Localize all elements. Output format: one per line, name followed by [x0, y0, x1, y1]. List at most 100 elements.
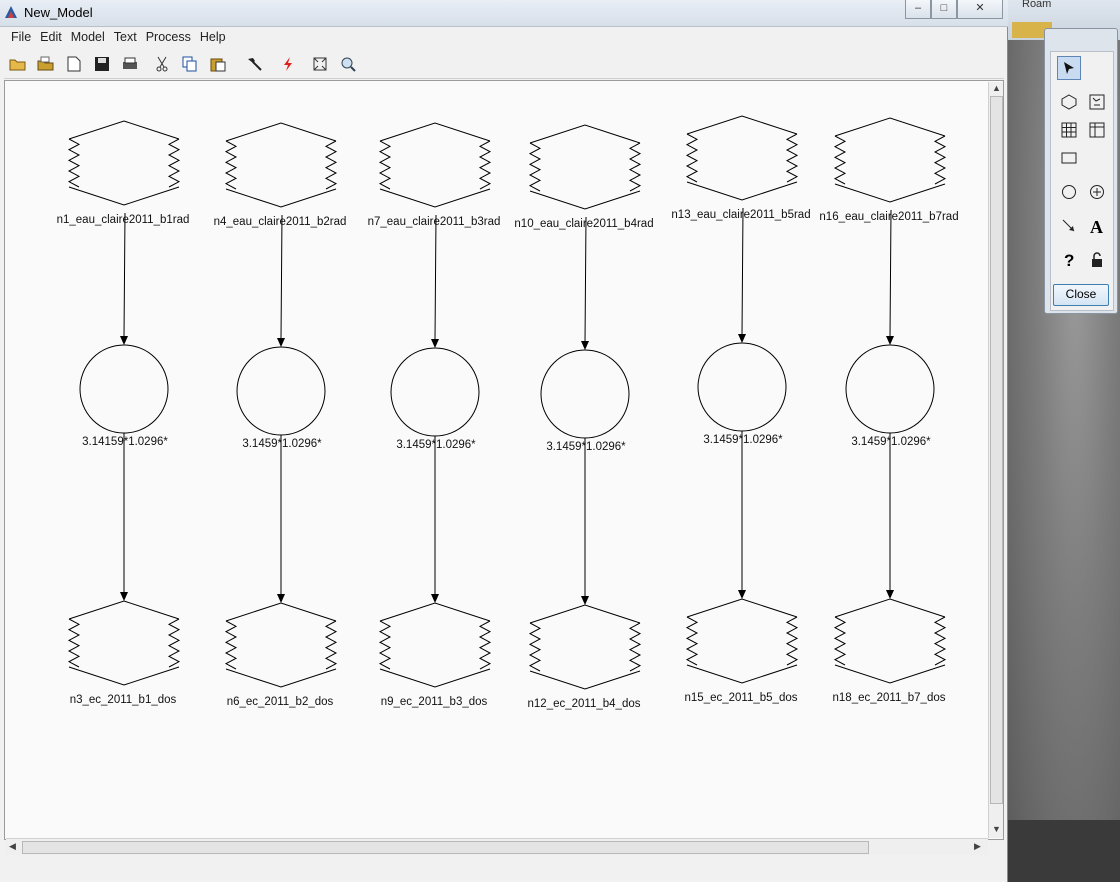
output-raster-label[interactable]: n18_ec_2011_b7_dos [833, 692, 946, 704]
scroll-left-icon[interactable]: ◀ [9, 841, 16, 852]
text-icon[interactable]: A [1085, 214, 1109, 238]
output-raster-node[interactable] [528, 604, 642, 690]
output-raster-label[interactable]: n15_ec_2011_b5_dos [685, 692, 798, 704]
output-raster-node[interactable] [378, 602, 492, 688]
maximize-button[interactable]: □ [931, 0, 957, 19]
open-folder-icon[interactable] [36, 54, 56, 74]
menu-bar: File Edit Model Text Process Help [4, 28, 1004, 48]
function-label[interactable]: 3.1459*1.0296* [851, 436, 930, 448]
lock-icon[interactable] [1085, 248, 1109, 272]
matrix-icon[interactable] [1057, 118, 1081, 142]
vector-icon[interactable] [1085, 90, 1109, 114]
open-icon[interactable] [8, 54, 28, 74]
table-icon[interactable] [1085, 118, 1109, 142]
horizontal-scroll-thumb[interactable] [22, 841, 869, 854]
hammer-icon[interactable] [244, 54, 264, 74]
connector-arrow[interactable] [431, 436, 439, 603]
tool-palette: A ? Close [1044, 28, 1118, 314]
function-label[interactable]: 3.1459*1.0296* [396, 439, 475, 451]
function-node[interactable] [845, 344, 935, 434]
output-raster-label[interactable]: n12_ec_2011_b4_dos [528, 698, 641, 710]
function-label[interactable]: 3.1459*1.0296* [703, 434, 782, 446]
connector-arrow[interactable] [738, 431, 746, 599]
menu-model[interactable]: Model [69, 28, 107, 46]
connector-arrow[interactable] [431, 214, 439, 348]
toolbar [4, 50, 1004, 79]
new-document-icon[interactable] [64, 54, 84, 74]
help-icon[interactable]: ? [1057, 248, 1081, 272]
raster-icon[interactable] [1057, 90, 1081, 114]
svg-text:A: A [1090, 217, 1103, 235]
circle-icon[interactable] [1057, 180, 1081, 204]
scroll-up-icon[interactable]: ▲ [992, 83, 1001, 93]
print-icon[interactable] [120, 54, 140, 74]
function-icon[interactable] [1085, 180, 1109, 204]
connector-arrow[interactable] [120, 433, 128, 601]
fit-icon[interactable] [310, 54, 330, 74]
output-raster-label[interactable]: n9_ec_2011_b3_dos [381, 696, 488, 708]
input-raster-label[interactable]: n13_eau_claire2011_b5rad [671, 209, 810, 221]
cut-icon[interactable] [152, 54, 172, 74]
input-raster-node[interactable] [67, 120, 181, 206]
output-raster-node[interactable] [685, 598, 799, 684]
menu-edit[interactable]: Edit [38, 28, 64, 46]
paste-icon[interactable] [208, 54, 228, 74]
palette-close-button[interactable]: Close [1053, 284, 1109, 306]
vertical-scrollbar[interactable]: ▲ ▼ [988, 82, 1003, 838]
input-raster-label[interactable]: n16_eau_claire2011_b7rad [819, 211, 958, 223]
output-raster-node[interactable] [224, 602, 338, 688]
rectangle-icon[interactable] [1057, 146, 1081, 170]
connector-arrow[interactable] [277, 214, 285, 347]
window-title: New_Model [24, 5, 93, 20]
connector-arrow[interactable] [581, 216, 589, 350]
minimize-button[interactable]: – [905, 0, 931, 19]
input-raster-node[interactable] [378, 122, 492, 208]
function-label[interactable]: 3.1459*1.0296* [242, 438, 321, 450]
input-raster-label[interactable]: n10_eau_claire2011_b4rad [514, 218, 653, 230]
menu-file[interactable]: File [9, 28, 33, 46]
input-raster-label[interactable]: n1_eau_claire2011_b1rad [57, 214, 190, 226]
connect-icon[interactable] [1057, 214, 1081, 238]
input-raster-node[interactable] [528, 124, 642, 210]
function-node[interactable] [390, 347, 480, 437]
horizontal-scrollbar[interactable]: ◀ ▶ [6, 838, 988, 855]
save-icon[interactable] [92, 54, 112, 74]
pointer-icon[interactable] [1057, 56, 1081, 80]
connector-arrow[interactable] [581, 438, 589, 605]
function-node[interactable] [79, 344, 169, 434]
scroll-right-icon[interactable]: ▶ [974, 841, 981, 852]
input-raster-node[interactable] [685, 115, 799, 201]
vertical-scroll-thumb[interactable] [990, 96, 1003, 804]
model-canvas[interactable] [4, 80, 1004, 840]
menu-help[interactable]: Help [198, 28, 228, 46]
scroll-down-icon[interactable]: ▼ [992, 824, 1001, 834]
function-node[interactable] [697, 342, 787, 432]
input-raster-node[interactable] [224, 122, 338, 208]
background-title-text: Roam [1022, 0, 1052, 10]
input-raster-node[interactable] [833, 117, 947, 203]
function-label[interactable]: 3.14159*1.0296* [82, 436, 168, 448]
output-raster-label[interactable]: n3_ec_2011_b1_dos [70, 694, 177, 706]
status-bar [4, 856, 1004, 880]
connector-arrow[interactable] [120, 212, 128, 345]
copy-icon[interactable] [180, 54, 200, 74]
input-raster-label[interactable]: n7_eau_claire2011_b3rad [368, 216, 501, 228]
menu-text[interactable]: Text [112, 28, 139, 46]
output-raster-node[interactable] [833, 598, 947, 684]
connector-arrow[interactable] [886, 209, 894, 345]
close-window-button[interactable]: ✕ [957, 0, 1003, 19]
connector-arrow[interactable] [738, 207, 746, 343]
output-raster-label[interactable]: n6_ec_2011_b2_dos [227, 696, 334, 708]
function-label[interactable]: 3.1459*1.0296* [546, 441, 625, 453]
menu-process[interactable]: Process [144, 28, 193, 46]
function-node[interactable] [236, 346, 326, 436]
function-node[interactable] [540, 349, 630, 439]
tool-palette-body: A ? [1050, 51, 1114, 311]
connector-arrow[interactable] [277, 435, 285, 603]
input-raster-label[interactable]: n4_eau_claire2011_b2rad [214, 216, 347, 228]
output-raster-node[interactable] [67, 600, 181, 686]
connector-arrow[interactable] [886, 433, 894, 599]
background-dark-area [1008, 820, 1120, 882]
zoom-icon[interactable] [338, 54, 358, 74]
run-icon[interactable] [278, 54, 298, 74]
